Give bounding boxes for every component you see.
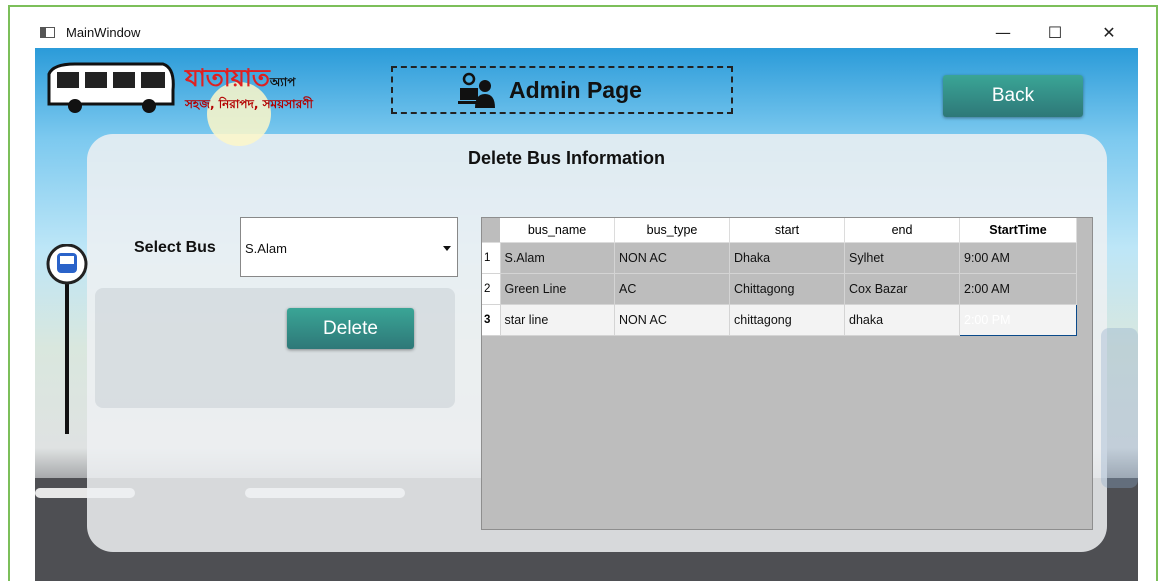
app-window-icon [40,27,55,38]
row-header[interactable]: 1 [482,242,501,274]
app-logo: যাতায়াতঅ্যাপ সহজ, নিরাপদ, সময়সারণী [45,56,365,120]
bus-stop-icon [46,244,88,434]
maximize-icon[interactable]: ☐ [1040,22,1070,44]
table-row[interactable]: 3 star line NON AC chittagong dhaka 2:00… [482,304,1077,336]
window-title: MainWindow [66,25,141,40]
column-header-start[interactable]: start [729,218,845,243]
table-row[interactable]: 2 Green Line AC Chittagong Cox Bazar 2:0… [482,273,1077,305]
cell-bus-type[interactable]: NON AC [614,242,730,274]
cell-end[interactable]: Sylhet [844,242,960,274]
close-icon[interactable]: ✕ [1094,22,1124,44]
table-corner [482,218,500,243]
cell-start-time-selected[interactable]: 2:00 PM [959,304,1077,336]
select-bus-label: Select Bus [134,239,216,256]
bus-table: bus_name bus_type start end StartTime 1 … [482,218,1077,336]
app-content: যাতায়াতঅ্যাপ সহজ, নিরাপদ, সময়সারণী Adm… [35,48,1138,581]
cell-start-time[interactable]: 9:00 AM [959,242,1077,274]
column-header-end[interactable]: end [844,218,960,243]
cell-start[interactable]: chittagong [729,304,845,336]
back-button[interactable]: Back [943,75,1083,117]
background-scene [1101,328,1138,488]
cell-bus-name[interactable]: Green Line [500,273,615,305]
column-header-bus-type[interactable]: bus_type [614,218,730,243]
cell-end[interactable]: Cox Bazar [844,273,960,305]
admin-page-banner: Admin Page [391,66,733,114]
column-header-start-time[interactable]: StartTime [959,218,1077,243]
app-name: যাতায়াতঅ্যাপ [185,64,296,92]
cell-bus-type[interactable]: NON AC [614,304,730,336]
title-bar: MainWindow — ☐ ✕ [26,18,1138,48]
row-header[interactable]: 2 [482,273,501,305]
page-title: Admin Page [509,77,642,103]
cell-start[interactable]: Chittagong [729,273,845,305]
admin-user-icon [458,72,495,108]
column-header-bus-name[interactable]: bus_name [500,218,615,243]
app-tagline: সহজ, নিরাপদ, সময়সারণী [185,97,313,111]
row-header[interactable]: 3 [482,304,501,336]
cell-bus-name[interactable]: star line [500,304,615,336]
cell-start[interactable]: Dhaka [729,242,845,274]
table-header-row: bus_name bus_type start end StartTime [482,218,1077,243]
bus-data-grid[interactable]: bus_name bus_type start end StartTime 1 … [481,217,1093,530]
cell-bus-name[interactable]: S.Alam [500,242,615,274]
bus-select-dropdown[interactable]: S.Alam [240,217,458,277]
table-row[interactable]: 1 S.Alam NON AC Dhaka Sylhet 9:00 AM [482,242,1077,274]
bus-logo-icon [47,62,175,113]
chevron-down-icon[interactable] [443,246,451,251]
cell-end[interactable]: dhaka [844,304,960,336]
minimize-icon[interactable]: — [988,22,1018,44]
section-heading: Delete Bus Information [468,148,666,168]
delete-button[interactable]: Delete [287,308,414,349]
selected-bus-value: S.Alam [245,241,287,256]
cell-bus-type[interactable]: AC [614,273,730,305]
cell-start-time[interactable]: 2:00 AM [959,273,1077,305]
